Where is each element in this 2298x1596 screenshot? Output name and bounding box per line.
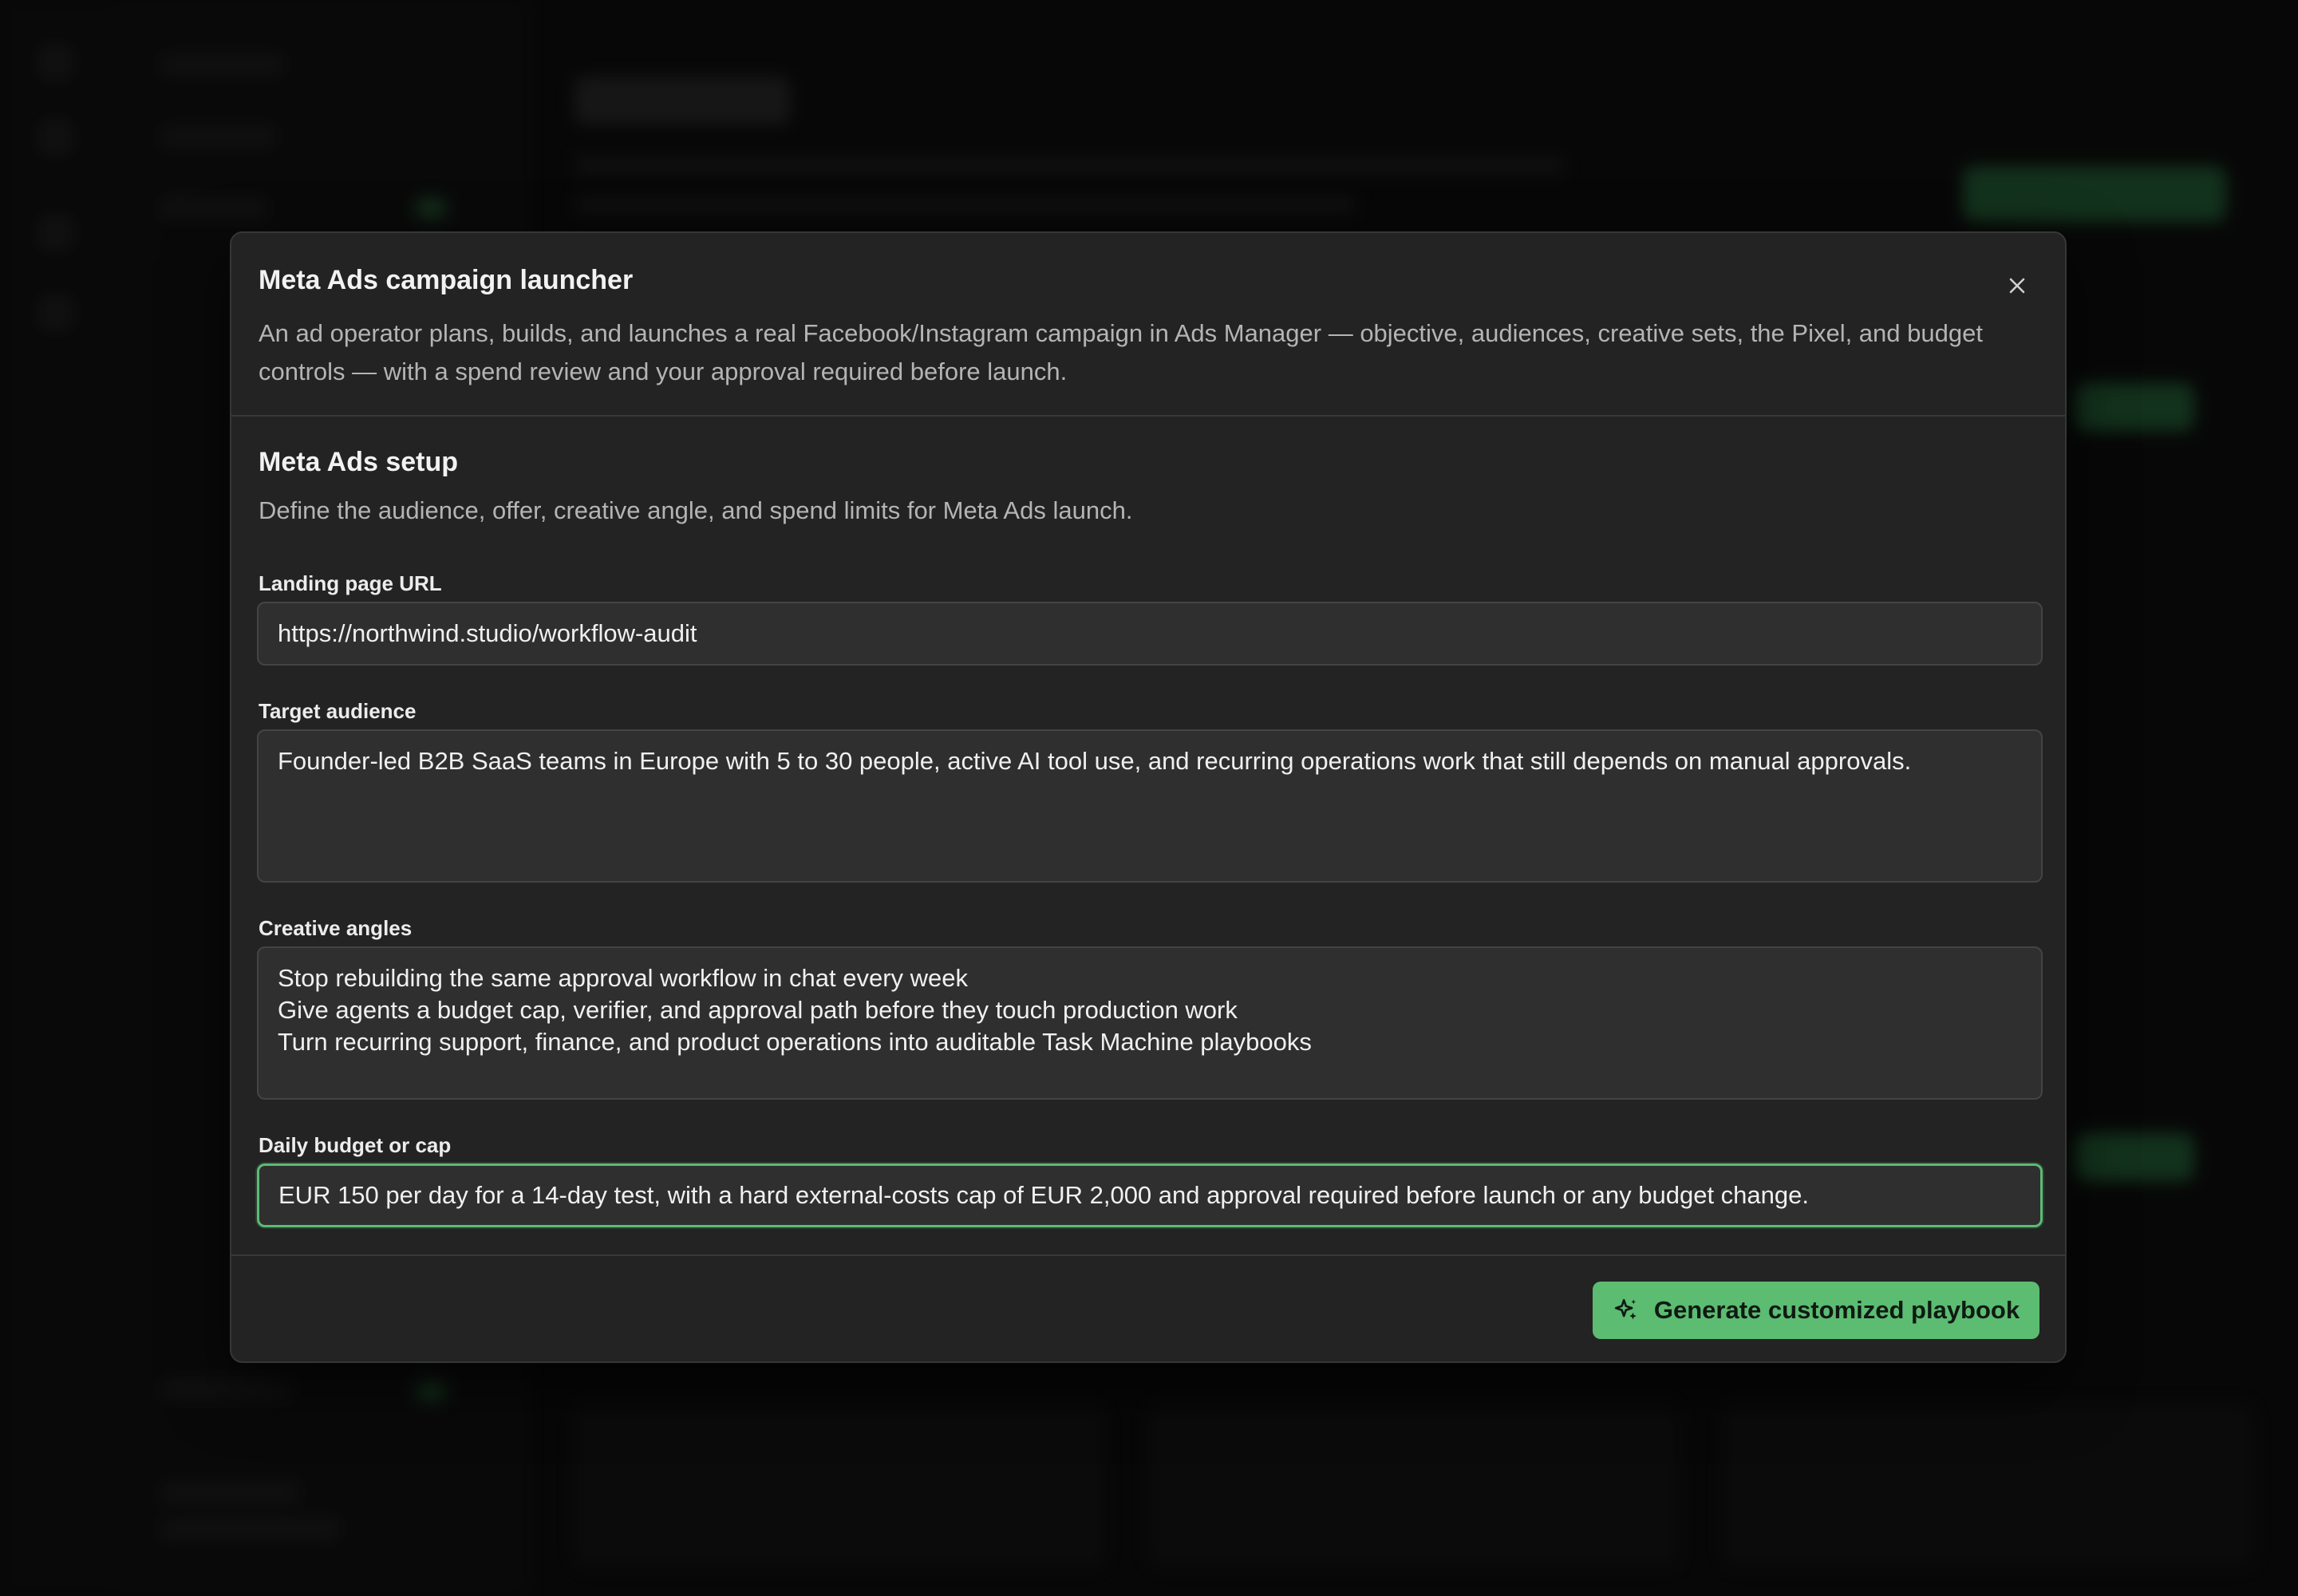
modal-title: Meta Ads campaign launcher: [259, 265, 634, 295]
creative-angles-textarea[interactable]: Stop rebuilding the same approval workfl…: [257, 946, 2043, 1100]
modal-header: Meta Ads campaign launcher An ad operato…: [231, 233, 2065, 417]
section-title: Meta Ads setup: [259, 447, 459, 477]
generate-playbook-button[interactable]: Generate customized playbook: [1593, 1282, 2039, 1339]
creative-angles-label: Creative angles: [259, 916, 413, 940]
landing-url-label: Landing page URL: [259, 571, 442, 595]
modal-footer: [231, 1254, 2065, 1256]
daily-budget-label: Daily budget or cap: [259, 1133, 452, 1157]
landing-url-input[interactable]: https://northwind.studio/workflow-audit: [257, 602, 2043, 666]
generate-playbook-label: Generate customized playbook: [1653, 1296, 2020, 1324]
target-audience-label: Target audience: [259, 699, 417, 723]
target-audience-textarea[interactable]: Founder-led B2B SaaS teams in Europe wit…: [257, 729, 2043, 883]
daily-budget-input[interactable]: EUR 150 per day for a 14-day test, with …: [257, 1163, 2043, 1227]
close-button[interactable]: [2000, 268, 2035, 303]
section-description: Define the audience, offer, creative ang…: [259, 496, 1133, 524]
sparkles-icon: [1614, 1298, 1637, 1320]
modal-description: An ad operator plans, builds, and launch…: [259, 319, 1983, 385]
close-icon: [2009, 278, 2025, 294]
campaign-launcher-modal: Meta Ads campaign launcher An ad operato…: [230, 231, 2067, 1363]
